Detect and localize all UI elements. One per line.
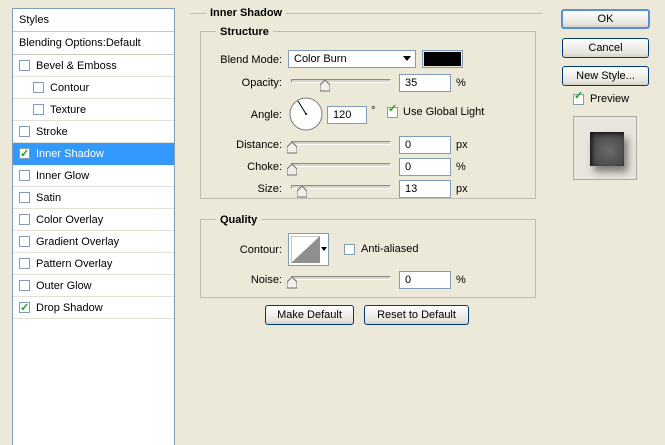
style-item-checkbox[interactable] (19, 170, 30, 181)
global-light-checkbox[interactable] (387, 102, 398, 118)
distance-label: Distance: (236, 139, 282, 151)
distance-unit: px (456, 139, 468, 151)
contour-curve-icon (291, 236, 320, 263)
style-item-inner-shadow[interactable]: Inner Shadow (13, 143, 174, 165)
style-item-label: Contour (50, 82, 90, 94)
style-item-label: Stroke (36, 126, 68, 138)
blending-options-item[interactable]: Blending Options:Default (13, 32, 174, 55)
style-item-drop-shadow[interactable]: Drop Shadow (13, 297, 174, 319)
preview-thumbnail (573, 116, 637, 180)
choke-unit: % (456, 161, 466, 173)
style-item-checkbox[interactable] (19, 143, 30, 165)
cancel-button[interactable]: Cancel (562, 38, 649, 58)
opacity-label: Opacity: (241, 77, 282, 89)
styles-panel: Styles Blending Options:Default Bevel & … (12, 8, 175, 445)
opacity-slider-track[interactable] (291, 79, 391, 83)
style-item-checkbox[interactable] (19, 297, 30, 319)
opacity-slider-thumb[interactable] (320, 80, 330, 92)
style-item-checkbox[interactable] (19, 280, 30, 291)
angle-field[interactable]: 120 (327, 106, 367, 124)
preview-checkbox[interactable] (573, 89, 584, 105)
style-item-bevel-emboss[interactable]: Bevel & Emboss (13, 55, 174, 77)
style-item-checkbox[interactable] (19, 126, 30, 137)
style-item-pattern-overlay[interactable]: Pattern Overlay (13, 253, 174, 275)
style-item-contour[interactable]: Contour (13, 77, 174, 99)
style-item-checkbox[interactable] (19, 60, 30, 71)
style-item-checkbox[interactable] (19, 214, 30, 225)
size-unit: px (456, 183, 468, 195)
style-item-label: Bevel & Emboss (36, 60, 117, 72)
shadow-color-swatch[interactable] (422, 50, 463, 68)
style-item-label: Texture (50, 104, 87, 116)
style-item-outer-glow[interactable]: Outer Glow (13, 275, 174, 297)
noise-slider-track[interactable] (291, 276, 391, 280)
style-item-label: Satin (36, 192, 62, 204)
noise-slider-thumb[interactable] (287, 277, 297, 289)
noise-unit: % (456, 274, 466, 286)
color-swatch-fill (424, 52, 461, 66)
contour-label: Contour: (239, 244, 282, 256)
angle-label: Angle: (250, 109, 282, 121)
chevron-down-icon (403, 56, 411, 61)
antialiased-checkbox[interactable] (344, 244, 355, 255)
size-slider-thumb[interactable] (297, 186, 307, 198)
quality-title: Quality (216, 213, 262, 227)
global-light-label: Use Global Light (403, 106, 485, 118)
contour-picker[interactable] (288, 233, 329, 266)
style-item-label: Inner Shadow (36, 148, 104, 160)
style-item-satin[interactable]: Satin (13, 187, 174, 209)
style-item-gradient-overlay[interactable]: Gradient Overlay (13, 231, 174, 253)
choke-field[interactable]: 0 (399, 158, 451, 176)
style-item-label: Gradient Overlay (36, 236, 120, 248)
new-style-button[interactable]: New Style... (562, 66, 649, 86)
blend-mode-label: Blend Mode: (220, 54, 282, 66)
preview-label: Preview (590, 93, 630, 105)
style-item-checkbox[interactable] (33, 82, 44, 93)
make-default-button[interactable]: Make Default (265, 305, 354, 325)
style-item-label: Pattern Overlay (36, 258, 113, 270)
style-item-checkbox[interactable] (19, 192, 30, 203)
distance-slider-track[interactable] (291, 141, 391, 145)
choke-slider-track[interactable] (291, 163, 391, 167)
ok-button[interactable]: OK (561, 9, 650, 29)
structure-title: Structure (216, 25, 273, 39)
style-item-texture[interactable]: Texture (13, 99, 174, 121)
noise-label: Noise: (250, 274, 282, 286)
style-item-label: Inner Glow (36, 170, 90, 182)
reset-default-button[interactable]: Reset to Default (364, 305, 469, 325)
choke-label: Choke: (247, 161, 282, 173)
blend-mode-select[interactable]: Color Burn (288, 50, 416, 68)
angle-dial[interactable] (288, 96, 324, 132)
choke-slider-thumb[interactable] (287, 164, 297, 176)
style-item-checkbox[interactable] (19, 236, 30, 247)
chevron-down-icon[interactable] (321, 247, 327, 251)
distance-field[interactable]: 0 (399, 136, 451, 154)
antialiased-label: Anti-aliased (361, 243, 419, 255)
opacity-unit: % (456, 77, 466, 89)
styles-header[interactable]: Styles (13, 9, 174, 32)
style-item-label: Drop Shadow (36, 302, 103, 314)
size-field[interactable]: 13 (399, 180, 451, 198)
style-item-checkbox[interactable] (33, 104, 44, 115)
angle-unit: ° (371, 105, 376, 117)
preview-shape (590, 132, 624, 166)
style-item-label: Outer Glow (36, 280, 92, 292)
blend-mode-value: Color Burn (294, 53, 347, 65)
section-title: Inner Shadow (206, 6, 287, 20)
size-label: Size: (257, 183, 282, 195)
style-item-checkbox[interactable] (19, 258, 30, 269)
distance-slider-thumb[interactable] (287, 142, 297, 154)
style-item-inner-glow[interactable]: Inner Glow (13, 165, 174, 187)
noise-field[interactable]: 0 (399, 271, 451, 289)
style-item-stroke[interactable]: Stroke (13, 121, 174, 143)
style-item-color-overlay[interactable]: Color Overlay (13, 209, 174, 231)
style-item-label: Color Overlay (36, 214, 104, 226)
opacity-field[interactable]: 35 (399, 74, 451, 92)
